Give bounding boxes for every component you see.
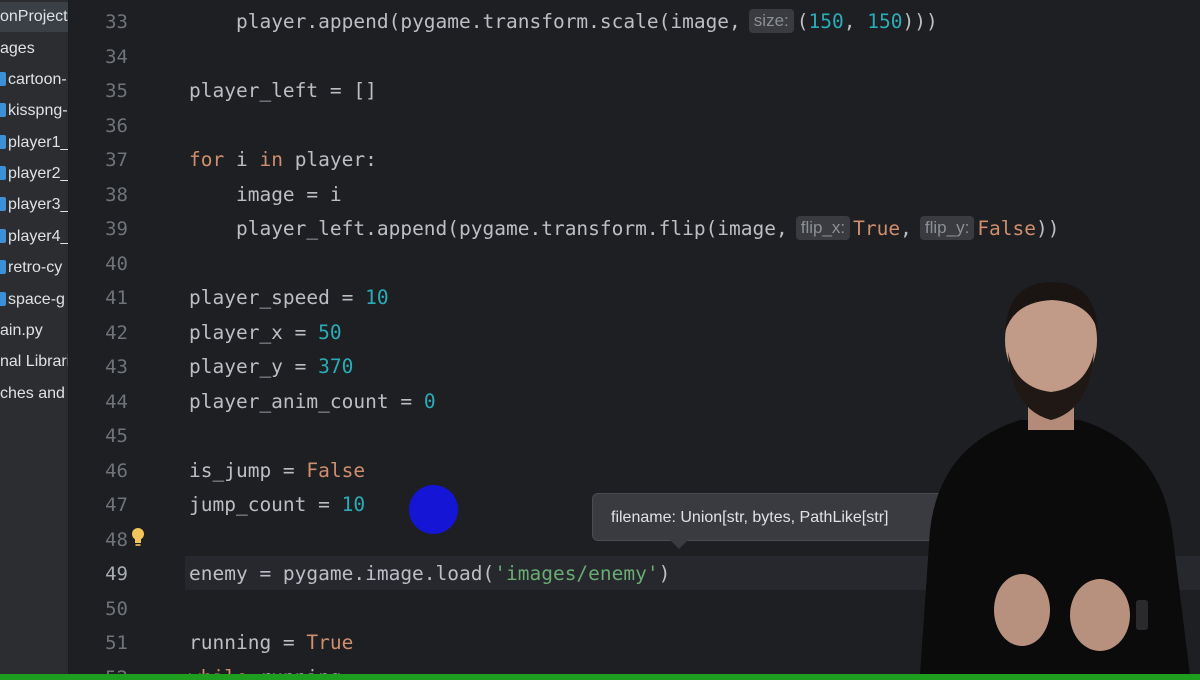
ide-window: onProject ages cartoon- kisspng- player1… [0,0,1200,680]
line-number: 44 [105,391,128,413]
line-number: 35 [105,80,128,102]
code-line-35: player_left = [] [189,79,377,102]
line-number: 33 [105,11,128,33]
code-line-38: image = i [235,183,342,206]
parameter-hint-flip-y: flip_y: [919,216,975,240]
line-number-current: 49 [105,563,128,585]
video-progress-bar[interactable] [0,674,1200,680]
code-line-37: for i in player: [189,148,377,171]
code-line-49: enemy = pygame.image.load('images/enemy'… [189,562,671,585]
code-line-47: jump_count = 10 [189,493,366,516]
line-number: 41 [105,287,128,309]
line-number: 51 [105,632,128,654]
line-number: 50 [105,598,128,620]
line-number: 43 [105,356,128,378]
tooltip-pointer [670,540,688,549]
line-number: 48 [105,529,128,551]
line-number: 37 [105,149,128,171]
code-line-43: player_y = 370 [189,355,354,378]
code-line-33: player.append(pygame.transform.scale(ima… [235,9,938,33]
line-number: 47 [105,494,128,516]
code-line-41: player_speed = 10 [189,286,389,309]
line-number: 34 [105,46,128,68]
code-line-44: player_anim_count = 0 [189,390,436,413]
line-number: 40 [105,253,128,275]
lightbulb-icon[interactable] [131,527,145,547]
parameter-hint-flip-x: flip_x: [795,216,851,240]
line-number: 46 [105,460,128,482]
parameter-hint-size: size: [748,9,794,33]
line-number: 38 [105,184,128,206]
code-line-39: player_left.append(pygame.transform.flip… [235,216,1060,240]
mouse-cursor-highlight [409,485,458,534]
line-number: 45 [105,425,128,447]
code-line-42: player_x = 50 [189,321,342,344]
presenter-video-overlay [920,282,1190,675]
line-number: 36 [105,115,128,137]
line-number: 39 [105,218,128,240]
code-line-51: running = True [189,631,354,654]
code-line-46: is_jump = False [189,459,366,482]
tooltip-text: filename: Union[str, bytes, PathLike[str… [611,509,889,526]
line-number: 42 [105,322,128,344]
